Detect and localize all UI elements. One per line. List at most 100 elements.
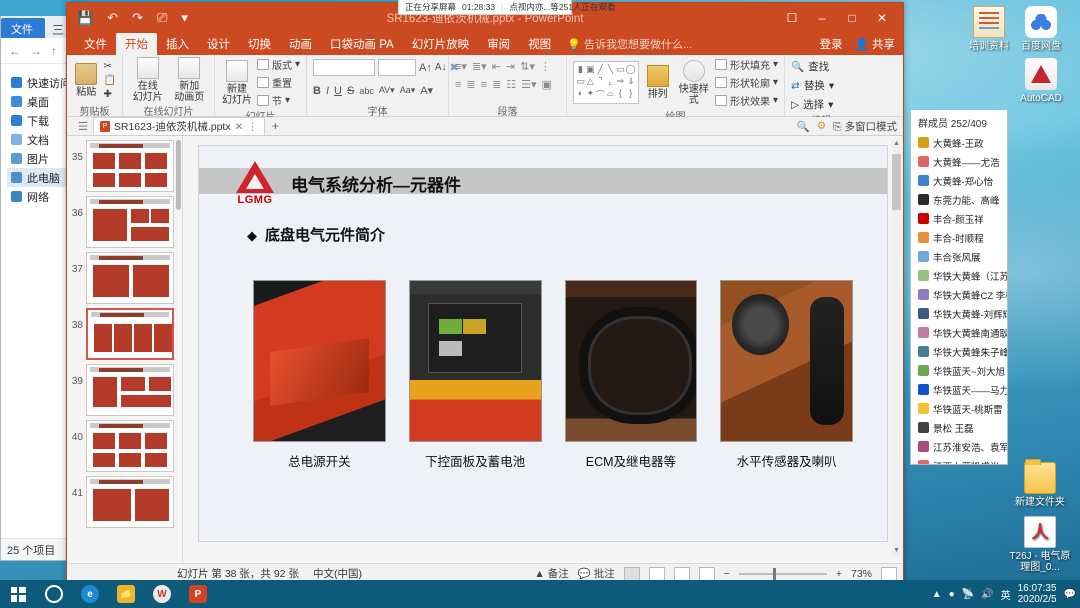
tell-me-box[interactable]: 💡 告诉我您想要做什么... — [560, 36, 692, 52]
slide-thumbnail-38[interactable]: 38 — [69, 308, 182, 360]
character-spacing-icon[interactable]: AV▾ — [379, 85, 395, 96]
desktop-icon-wiring-diagram-pdf[interactable]: 人 T26J - 电气原理图_0... — [1007, 516, 1073, 573]
paragraph-align-row[interactable]: ≡ ≣ ≡ ≣ ☷ ☰▾ ▣ — [455, 78, 552, 92]
layout-button[interactable]: 版式 ▾ — [256, 57, 300, 72]
group-member-panel[interactable]: 群成员 252/409 大黄蜂-王政 大黄蜂——尤浩 大黄蜂-郑心怡 东莞力能、高峰丰… — [910, 110, 1008, 465]
minimize-icon[interactable]: – — [807, 3, 837, 33]
ribbon-tab-1[interactable]: 开始 — [116, 32, 157, 56]
system-tray[interactable]: ▲ ● 📡 🔊 英 16:07:35 2020/2/5 💬 — [932, 583, 1076, 605]
slide-canvas[interactable]: LGMG 电气系统分析—元器件 ◆ 底盘电气元件简介 总电源开关 下控面板及蓄电池 E… — [198, 145, 888, 542]
line-spacing-icon[interactable]: ⇅▾ — [520, 60, 535, 73]
clipboard-small-buttons[interactable]: ✂ 📋 ✚ — [104, 61, 116, 100]
explorer-file-tab[interactable]: 文件 — [1, 18, 45, 38]
slide-photo-cell-1[interactable]: 下控面板及蓄电池 — [408, 280, 542, 470]
shape-picture-icon[interactable]: ▣ — [586, 64, 595, 75]
decrease-font-icon[interactable]: A↓ — [435, 62, 447, 73]
member-list-item[interactable]: 华铁蓝天-桃斯雷 — [911, 399, 1007, 418]
shape-curve-icon[interactable]: ⌓ — [606, 88, 615, 101]
change-case-icon[interactable]: Aa▾ — [400, 85, 416, 96]
slide-photo-image[interactable] — [408, 280, 542, 442]
thumbnail-preview[interactable] — [86, 252, 174, 304]
powerpoint-window[interactable]: 💾 ↶ ↷ ⎚ ▾ SR1623-迪依茨机械.pptx - PowerPoint… — [66, 2, 904, 590]
ribbon-tab-5[interactable]: 动画 — [280, 33, 321, 55]
close-icon[interactable]: ✕ — [867, 3, 897, 33]
tab-overview-icon[interactable]: ☰ — [73, 120, 93, 133]
back-icon[interactable]: ← — [9, 44, 21, 58]
member-list-item[interactable]: 华铁蓝天——马力元 — [911, 380, 1007, 399]
fit-slide-icon[interactable] — [881, 566, 897, 581]
scroll-thumb[interactable] — [892, 154, 901, 210]
notification-icon[interactable]: 💬 — [1064, 589, 1076, 600]
desktop-icon-baidu-netdisk[interactable]: 百度网盘 — [1008, 6, 1074, 52]
member-list-item[interactable]: 景松 王磊 — [911, 418, 1007, 437]
reading-view-icon[interactable] — [673, 566, 690, 581]
strikethrough-button[interactable]: abc — [359, 86, 374, 96]
slide-thumbnail-40[interactable]: 40 — [69, 420, 182, 472]
columns-icon[interactable]: ☷ — [506, 78, 516, 91]
text-direction-icon[interactable]: ⋮ — [540, 60, 551, 73]
tray-expand-icon[interactable]: ▲ — [932, 589, 942, 600]
font-color-icon[interactable]: A▾ — [420, 84, 433, 97]
shape-format-buttons[interactable]: 形状填充 ▾ 形状轮廓 ▾ 形状效果 ▾ — [714, 57, 778, 108]
member-list[interactable]: 大黄蜂-王政 大黄蜂——尤浩 大黄蜂-郑心怡 东莞力能、高峰 丰合-颜玉祥 丰合-时顺程丰… — [911, 133, 1007, 464]
shadow-button[interactable]: S — [347, 85, 354, 97]
notes-button[interactable]: ▲ 备注 — [534, 566, 568, 581]
arrange-button[interactable]: 排列 — [643, 65, 673, 100]
slide-photo-image[interactable] — [564, 280, 698, 442]
document-tab-bar[interactable]: ☰ P SR1623-迪依茨机械.pptx ✕ ⋮ + 🔍 ⚙ ⎘ 多窗口模式 — [67, 117, 903, 136]
slide-thumbnail-36[interactable]: 36 — [69, 196, 182, 248]
align-text-icon[interactable]: ☰▾ — [521, 78, 536, 91]
slide-thumbnail-pane[interactable]: 35 36 37 38 39 40 41 — [67, 136, 183, 563]
font-style-row[interactable]: B I U S abc AV▾ Aa▾ A▾ — [313, 84, 433, 98]
slide-photo-image[interactable] — [720, 280, 853, 442]
slide-thumbnail-37[interactable]: 37 — [69, 252, 182, 304]
ribbon-display-options-icon[interactable]: ☐ — [777, 3, 807, 33]
sign-in-link[interactable]: 登录 — [819, 36, 842, 52]
shape-triangle-icon[interactable]: △ — [586, 76, 595, 87]
taskbar-wps-icon[interactable]: W — [144, 580, 180, 608]
scroll-down-icon[interactable]: ▼ — [892, 547, 901, 558]
bullet-list-icon[interactable]: ≡▾ — [455, 60, 467, 73]
shape-rect-icon[interactable]: ▭ — [616, 64, 625, 75]
paragraph-list-row[interactable]: ≡▾ ≣▾ ⇤ ⇥ ⇅▾ ⋮ — [455, 60, 551, 73]
ime-indicator[interactable]: 英 — [1001, 587, 1011, 602]
new-animation-page-button[interactable]: 新加 动画页 — [171, 57, 209, 103]
shape-elbow-icon[interactable]: ⌝ — [596, 76, 605, 87]
ribbon-tab-9[interactable]: 视图 — [519, 33, 560, 55]
paste-button[interactable]: 粘贴 — [73, 62, 100, 98]
slide-subtitle[interactable]: ◆ 底盘电气元件简介 — [247, 224, 385, 245]
windows-taskbar[interactable]: e 📁 W P ▲ ● 📡 🔊 英 16:07:35 2020/2/5 💬 — [0, 580, 1080, 608]
shape-arrow-right-icon[interactable]: ⇒ — [616, 76, 625, 87]
numbered-list-icon[interactable]: ≣▾ — [472, 60, 487, 73]
underline-button[interactable]: U — [334, 85, 342, 97]
share-button[interactable]: 👤 共享 — [854, 36, 895, 52]
replace-button[interactable]: ⇄ 替换 ▾ — [791, 78, 834, 93]
thumbnail-preview[interactable] — [86, 196, 174, 248]
sorter-view-icon[interactable] — [648, 566, 665, 581]
member-list-item[interactable]: 大黄蜂-王政 — [911, 133, 1007, 152]
shape-bracket-icon[interactable]: ⌞ — [606, 76, 615, 87]
member-list-item[interactable]: 华铁蓝天~刘大旭 — [911, 361, 1007, 380]
slides-small-buttons[interactable]: 版式 ▾ 重置 节 ▾ — [256, 57, 300, 108]
ribbon-tab-8[interactable]: 审阅 — [478, 33, 519, 55]
align-right-icon[interactable]: ≡ — [481, 79, 487, 91]
taskbar-clock[interactable]: 16:07:35 2020/2/5 — [1018, 583, 1057, 605]
scroll-up-icon[interactable]: ▲ — [892, 140, 901, 151]
maximize-icon[interactable]: □ — [837, 3, 867, 33]
ribbon-tab-0[interactable]: 文件 — [75, 33, 116, 55]
slide-thumbnail-35[interactable]: 35 — [69, 140, 182, 192]
slide-scrollbar[interactable]: ▲ ▼ — [892, 140, 901, 558]
thumbnail-preview[interactable] — [86, 140, 174, 192]
justify-icon[interactable]: ≣ — [492, 78, 501, 91]
thumbnail-preview[interactable] — [86, 420, 174, 472]
format-painter-button[interactable]: ✚ — [104, 89, 116, 100]
shape-effects-button[interactable]: 形状效果 ▾ — [714, 93, 778, 108]
slide-photo-image[interactable] — [253, 280, 386, 442]
font-controls-row[interactable]: A↑ A↓ ✖ — [313, 59, 459, 76]
shape-arrow-icon[interactable]: ╲ — [606, 64, 615, 75]
new-slide-button[interactable]: 新建 幻灯片 — [221, 59, 253, 106]
status-right[interactable]: ▲ 备注 💬 批注 − + 73% — [534, 566, 897, 581]
find-button[interactable]: 🔍 查找 — [791, 59, 834, 74]
shape-arrow-down-icon[interactable]: ⇓ — [626, 76, 636, 87]
desktop-icon-autocad[interactable]: AutoCAD — [1008, 58, 1074, 104]
